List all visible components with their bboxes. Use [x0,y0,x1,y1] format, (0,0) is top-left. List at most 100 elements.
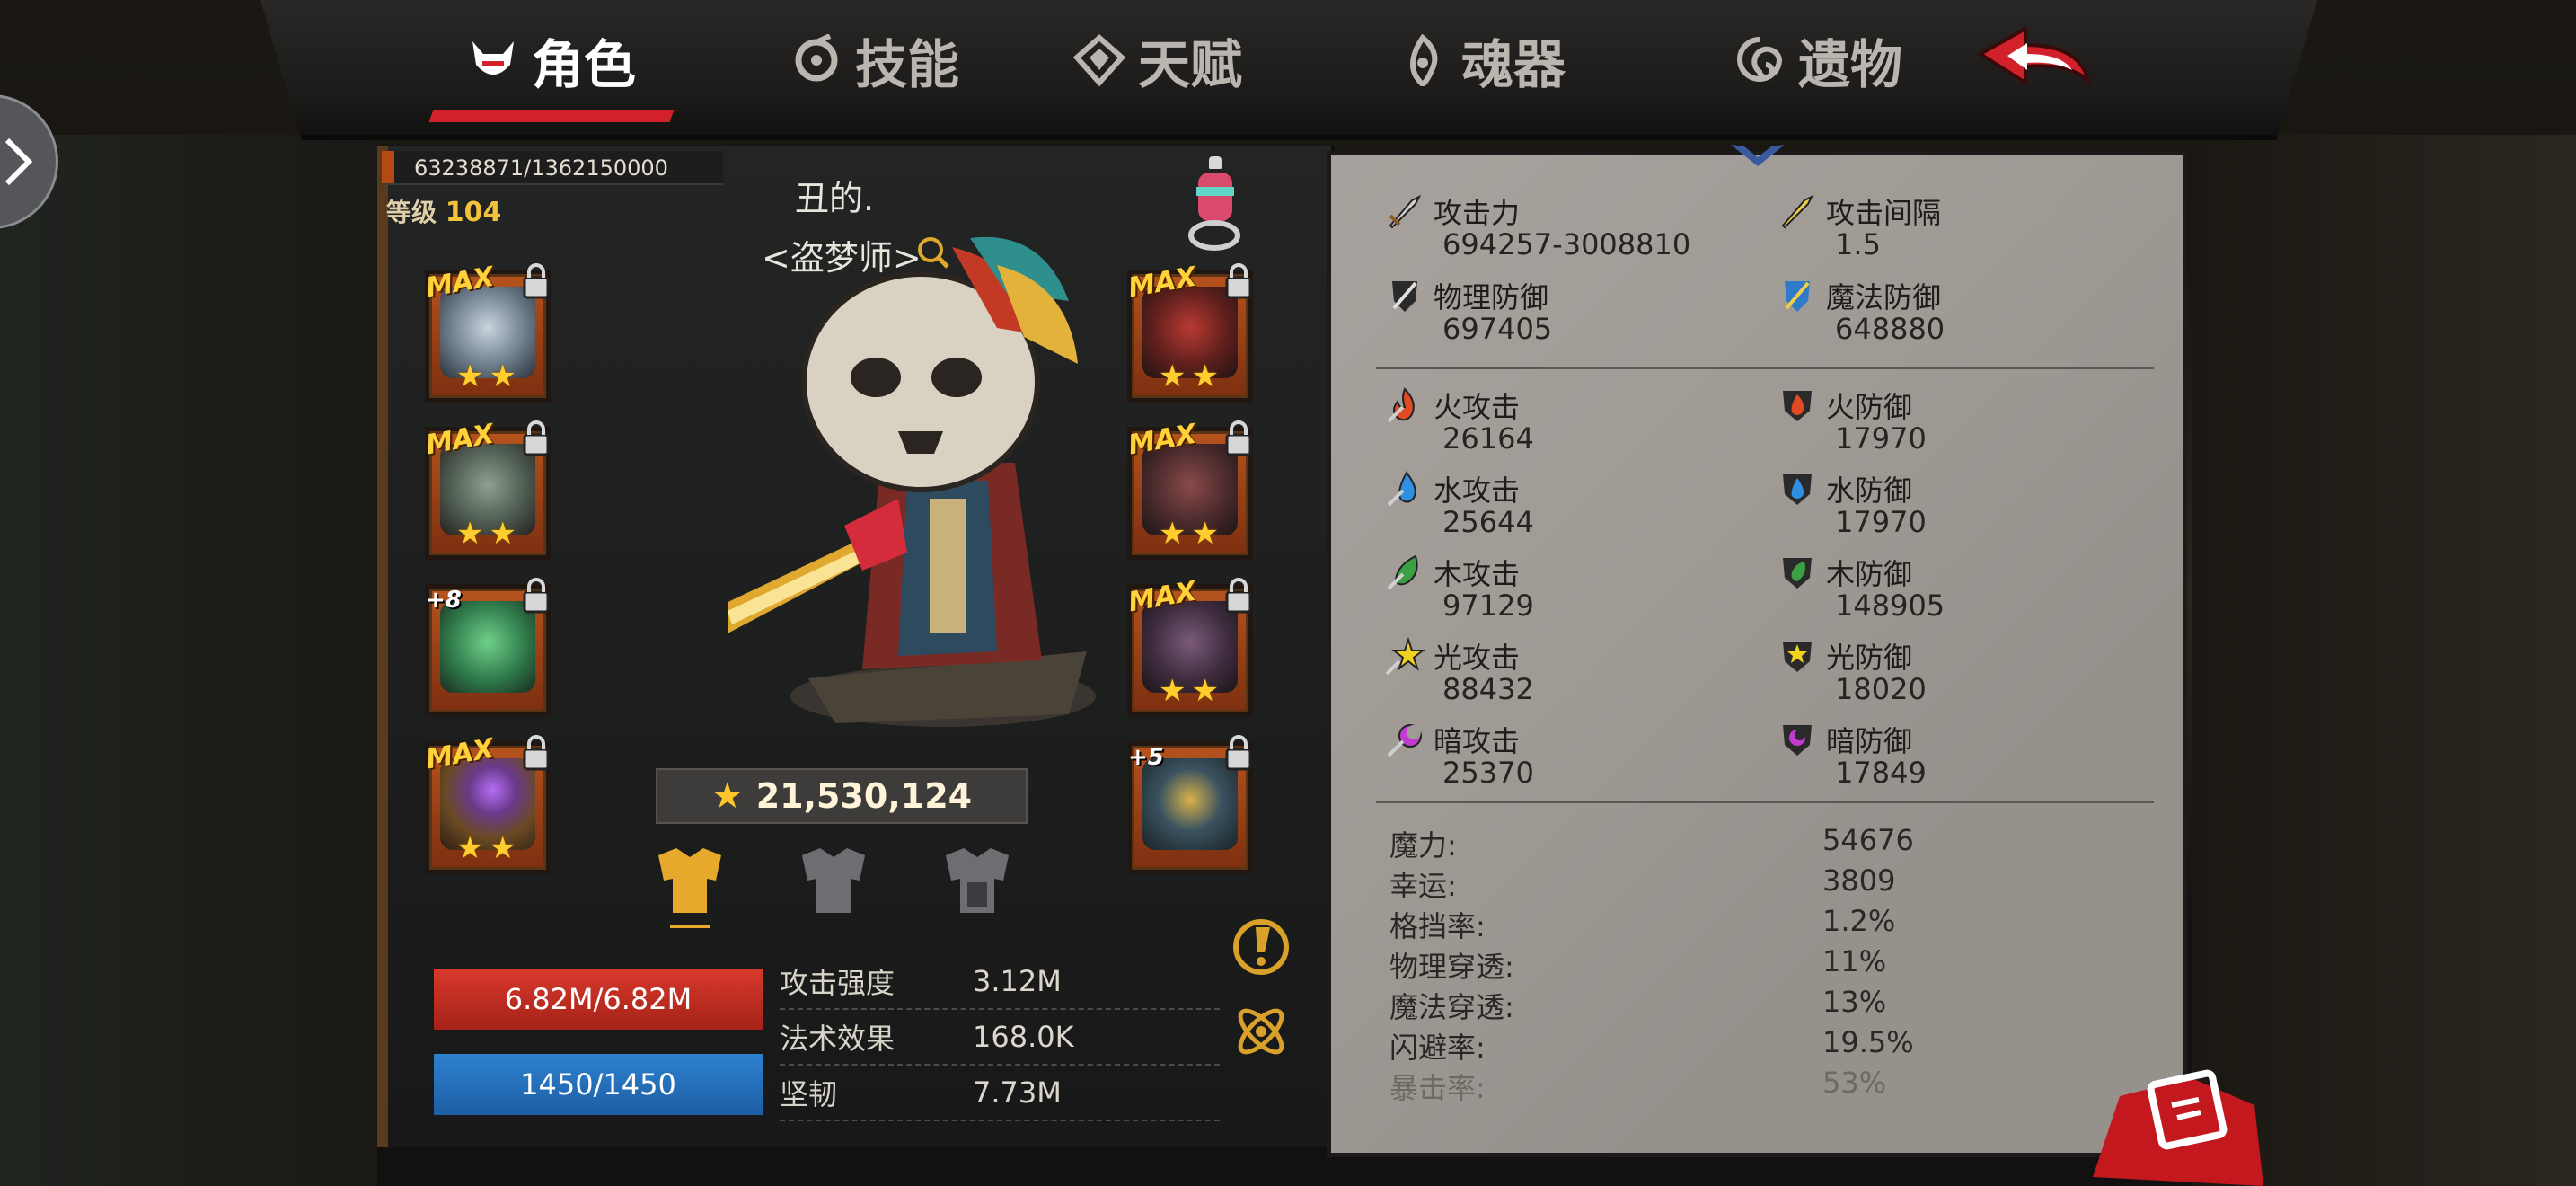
stat-label: 光攻击 [1434,641,1521,675]
stat-value: 694257-3008810 [1442,227,1691,261]
back-arrow-icon [1977,25,2092,87]
star-rating: ★★ [1159,516,1224,552]
lock-icon [523,263,550,299]
golden-sword-icon [1781,194,1814,229]
stat-value: 7.73M [973,1075,1062,1110]
stat-label: 攻击强度 [780,966,895,1000]
green-claw-weapon-icon [440,601,535,693]
background-scenery-left [0,135,377,1186]
chevron-right-icon [4,137,33,186]
armor-set-icon [658,848,721,913]
stat-value: 1.5 [1835,227,1881,261]
tab-character-label: 角色 [532,34,637,95]
stat-value: 148905 [1835,589,1945,623]
stat-label: 坚韧 [780,1077,838,1111]
stat-value: 1.2% [1822,904,1896,938]
level-label: 等级 [386,198,437,227]
dark-defense-icon [1783,725,1812,756]
combat-power-display: ★ 21,530,124 [656,768,1028,824]
stat-row: 攻击强度 3.12M [780,954,1220,1010]
tab-relic-label: 遗物 [1798,34,1903,95]
stat-label: 物理防御 [1434,280,1549,314]
lock-icon [523,735,550,771]
tab-relic[interactable]: 遗物 [1734,20,1902,101]
back-button[interactable] [1972,18,2106,108]
wing-crest-icon [1731,145,1785,166]
stat-magic-defense: 魔法防御 648880 [1778,278,2155,346]
dark-attack-icon [1387,724,1422,757]
level-display: 等级 104 [386,193,501,229]
stat-value: 19.5% [1822,1025,1914,1059]
stat-dark-defense: 暗防御 17849 [1778,721,2155,790]
stat-label: 木攻击 [1434,557,1521,591]
lock-icon [1225,420,1252,456]
tab-talent[interactable]: 天赋 [1073,20,1242,101]
stat-water-attack: 水攻击 25644 [1385,471,1762,539]
water-attack-icon [1387,471,1416,507]
equipment-slot-shoulder[interactable]: MAX ★★ [1126,261,1253,403]
extra-stat-row: 幸运: 3809 [1389,863,2162,904]
soul-flame-icon [1397,34,1449,86]
potion-bottle-icon[interactable] [1184,155,1247,253]
equipment-set-tab-2[interactable] [789,840,878,921]
equipment-slot-helmet[interactable]: MAX ★★ [424,261,551,403]
equipment-slot-crest[interactable]: +5 [1127,735,1253,874]
stat-row: 法术效果 168.0K [780,1010,1220,1066]
tab-talent-label: 天赋 [1138,34,1243,95]
stat-label: 水攻击 [1434,474,1521,508]
mp-value: 1450/1450 [520,1067,676,1102]
stat-light-defense: 光防御 18020 [1778,638,2155,706]
stat-label: 攻击间隔 [1826,196,1942,230]
stat-label: 法术效果 [780,1022,895,1056]
stat-attack-interval: 攻击间隔 1.5 [1778,193,2155,261]
equipment-slot-weapon[interactable]: +8 [425,578,551,717]
tab-skills[interactable]: 技能 [790,20,959,101]
divider [1376,801,2154,803]
talent-diamond-icon [1073,34,1125,86]
stat-value: 3.12M [973,964,1062,998]
stat-wood-attack: 木攻击 97129 [1385,554,1762,623]
tab-soul-vessel[interactable]: 魂器 [1397,20,1566,101]
hero-character-portrait [728,236,1096,727]
fire-attack-icon [1387,387,1415,423]
lock-icon [1225,735,1252,771]
enhance-level-badge: +5 [1128,744,1164,771]
stat-label: 魔法防御 [1826,280,1942,314]
stat-label: 火攻击 [1434,390,1521,424]
stat-fire-attack: 火攻击 26164 [1385,387,1762,456]
equipment-slot-boots[interactable]: MAX ★★ [1126,576,1253,717]
extra-stat-row: 闪避率: 19.5% [1389,1025,2162,1066]
water-defense-icon [1783,474,1812,505]
wood-attack-icon [1387,554,1418,590]
stat-label: 闪避率: [1389,1031,1486,1065]
armor-set-icon [802,848,865,913]
tab-character[interactable]: 角色 [467,20,636,101]
star-rating: ★★ [456,358,522,394]
stat-fire-defense: 火防御 17970 [1778,387,2155,456]
hp-value: 6.82M/6.82M [504,982,693,1016]
stat-wood-defense: 木防御 148905 [1778,554,2155,623]
stat-value: 25370 [1442,756,1534,790]
player-name: 丑的. [795,179,875,218]
sword-icon [1389,194,1422,229]
atom-stats-button[interactable] [1229,999,1293,1064]
equipment-slot-chest[interactable]: MAX ★★ [1126,419,1253,560]
lock-icon [1225,263,1252,299]
mp-bar: 1450/1450 [431,1051,765,1118]
light-attack-icon [1385,636,1425,676]
equipment-slot-gloves[interactable]: MAX ★★ [424,419,551,560]
equipment-set-tab-1[interactable] [645,840,735,928]
stat-physical-defense: 物理防御 697405 [1385,278,1762,346]
collection-button[interactable] [2084,1042,2263,1186]
equipment-set-tab-3[interactable] [932,840,1022,921]
stat-value: 648880 [1835,312,1945,346]
stat-value: 3809 [1822,863,1896,898]
lock-icon [1225,578,1252,614]
equipment-slot-amulet[interactable]: MAX ★★ [424,733,551,874]
attribute-info-button[interactable] [1229,915,1293,979]
stat-value: 17970 [1835,421,1927,456]
summary-stats: 攻击强度 3.12M 法术效果 168.0K 坚韧 7.73M [780,954,1220,1121]
stat-value: 697405 [1442,312,1553,346]
light-defense-icon [1783,642,1812,672]
stat-light-attack: 光攻击 88432 [1385,636,1762,706]
